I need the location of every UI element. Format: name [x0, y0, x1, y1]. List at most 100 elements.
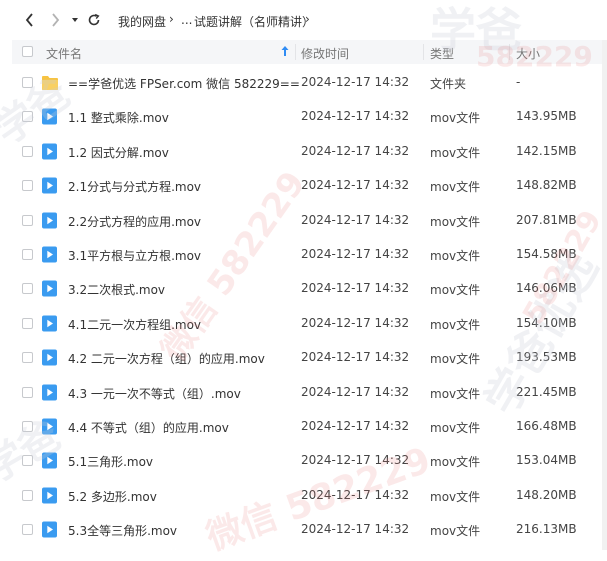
file-type: mov文件 — [430, 214, 481, 229]
file-row[interactable]: 5.2 多边形.mov 2024-12-17 14:32 mov文件 148.20MB — [12, 479, 602, 513]
vertical-scrollbar[interactable] — [602, 40, 607, 550]
file-name[interactable]: 4.3 一元一次不等式（组）.mov — [68, 385, 241, 402]
file-type: mov文件 — [430, 180, 481, 195]
file-size: 154.10MB — [516, 315, 577, 330]
row-checkbox[interactable] — [22, 421, 33, 432]
video-file-icon — [41, 452, 58, 469]
file-name[interactable]: ==学爸优选 FPSer.com 微信 582229== — [68, 75, 300, 92]
row-checkbox[interactable] — [22, 145, 33, 157]
video-file-icon — [41, 246, 58, 263]
file-modified-time: 2024-12-17 14:32 — [301, 384, 410, 399]
file-name[interactable]: 4.2 二元一次方程（组）的应用.mov — [68, 350, 265, 367]
file-size: 146.06MB — [516, 281, 577, 296]
sort-ascending-icon[interactable] — [280, 44, 290, 61]
file-type: mov文件 — [430, 111, 481, 126]
file-size: - — [516, 75, 521, 89]
file-row[interactable]: 4.4 不等式（组）的应用.mov 2024-12-17 14:32 mov文件 16… — [12, 410, 602, 444]
breadcrumb-current[interactable]: 试题讲解（名师精讲） — [194, 13, 314, 30]
row-checkbox[interactable] — [22, 386, 33, 398]
file-modified-time: 2024-12-17 14:32 — [301, 109, 410, 124]
file-row[interactable]: 1.2 因式分解.mov 2024-12-17 14:32 mov文件 142.15M… — [12, 135, 602, 169]
caret-down-icon[interactable] — [65, 10, 85, 30]
video-file-icon — [41, 143, 58, 160]
file-modified-time: 2024-12-17 14:32 — [301, 75, 410, 89]
file-row[interactable]: 3.2二次根式.mov 2024-12-17 14:32 mov文件 146.06MB — [12, 272, 602, 306]
row-checkbox[interactable] — [22, 249, 33, 260]
video-file-icon — [41, 280, 58, 297]
file-row[interactable]: 1.1 整式乘除.mov 2024-12-17 14:32 mov文件 143.95M… — [12, 100, 602, 134]
file-row[interactable]: 2.1分式与分式方程.mov 2024-12-17 14:32 mov文件 148.8… — [12, 169, 602, 203]
file-name[interactable]: 2.1分式与分式方程.mov — [68, 178, 201, 195]
file-modified-time: 2024-12-17 14:32 — [301, 212, 410, 227]
folder-icon — [41, 74, 58, 91]
video-file-icon — [41, 212, 58, 229]
file-row[interactable]: 4.3 一元一次不等式（组）.mov 2024-12-17 14:32 mov文件 2… — [12, 376, 602, 410]
video-file-icon — [41, 315, 58, 332]
video-file-icon — [41, 521, 58, 538]
row-checkbox[interactable] — [22, 77, 33, 88]
column-header-modified[interactable]: 修改时间 — [301, 45, 349, 62]
file-name[interactable]: 1.1 整式乘除.mov — [68, 109, 169, 126]
file-type: 文件夹 — [430, 77, 467, 91]
file-type: mov文件 — [430, 317, 481, 332]
file-name[interactable]: 3.1平方根与立方根.mov — [68, 247, 201, 264]
row-checkbox[interactable] — [22, 214, 33, 226]
file-type: mov文件 — [430, 421, 481, 435]
file-size: 207.81MB — [516, 212, 577, 227]
file-name[interactable]: 3.2二次根式.mov — [68, 281, 165, 298]
file-list-header: 文件名 修改时间 类型 大小 — [12, 40, 602, 64]
file-modified-time: 2024-12-17 14:32 — [301, 453, 410, 468]
row-checkbox[interactable] — [22, 317, 33, 329]
chevron-left-icon[interactable] — [20, 10, 40, 30]
file-modified-time: 2024-12-17 14:32 — [301, 143, 410, 158]
select-all-checkbox[interactable] — [22, 46, 33, 57]
breadcrumb-ellipsis[interactable]: ... — [181, 13, 192, 27]
file-modified-time: 2024-12-17 14:32 — [301, 315, 410, 330]
file-size: 148.82MB — [516, 178, 577, 193]
file-row[interactable]: 5.3全等三角形.mov 2024-12-17 14:32 mov文件 216.13M… — [12, 513, 602, 547]
file-name[interactable]: 4.1二元一次方程组.mov — [68, 316, 201, 333]
row-checkbox[interactable] — [22, 524, 33, 536]
file-row[interactable]: 5.1三角形.mov 2024-12-17 14:32 mov文件 153.04MB — [12, 444, 602, 478]
file-row[interactable]: 4.1二元一次方程组.mov 2024-12-17 14:32 mov文件 154.1… — [12, 307, 602, 341]
row-checkbox[interactable] — [22, 111, 33, 123]
row-checkbox[interactable] — [22, 455, 33, 467]
column-header-type[interactable]: 类型 — [430, 45, 454, 62]
video-file-icon — [41, 487, 58, 504]
file-type: mov文件 — [430, 455, 481, 470]
file-size: 153.04MB — [516, 453, 577, 468]
file-name[interactable]: 5.1三角形.mov — [68, 453, 153, 470]
row-checkbox[interactable] — [22, 352, 33, 364]
file-row[interactable]: 2.2分式方程的应用.mov 2024-12-17 14:32 mov文件 207.8… — [12, 204, 602, 238]
file-row[interactable]: 3.1平方根与立方根.mov 2024-12-17 14:32 mov文件 154.5… — [12, 238, 602, 272]
file-size: 193.53MB — [516, 350, 577, 365]
file-row[interactable]: 4.2 二元一次方程（组）的应用.mov 2024-12-17 14:32 mov文… — [12, 341, 602, 375]
row-checkbox[interactable] — [22, 489, 33, 501]
column-header-name[interactable]: 文件名 — [46, 45, 82, 62]
column-divider — [295, 44, 296, 60]
file-modified-time: 2024-12-17 14:32 — [301, 247, 410, 261]
file-type: mov文件 — [430, 249, 481, 263]
file-modified-time: 2024-12-17 14:32 — [301, 522, 410, 537]
file-size: 221.45MB — [516, 384, 577, 399]
file-name[interactable]: 4.4 不等式（组）的应用.mov — [68, 419, 229, 436]
video-file-icon — [41, 349, 58, 366]
file-size: 166.48MB — [516, 419, 577, 433]
chevron-right-icon[interactable] — [45, 10, 65, 30]
file-type: mov文件 — [430, 145, 481, 160]
row-checkbox[interactable] — [22, 283, 33, 295]
file-type: mov文件 — [430, 283, 481, 298]
refresh-icon[interactable] — [84, 10, 104, 30]
folder-row[interactable]: ==学爸优选 FPSer.com 微信 582229== 2024-12-17 1… — [12, 66, 602, 100]
file-name[interactable]: 2.2分式方程的应用.mov — [68, 213, 201, 230]
file-size: 143.95MB — [516, 109, 577, 124]
file-modified-time: 2024-12-17 14:32 — [301, 178, 410, 193]
file-name[interactable]: 5.3全等三角形.mov — [68, 522, 177, 539]
column-header-size[interactable]: 大小 — [516, 45, 540, 62]
file-modified-time: 2024-12-17 14:32 — [301, 350, 410, 365]
breadcrumb-root[interactable]: 我的网盘 — [118, 13, 166, 30]
file-name[interactable]: 5.2 多边形.mov — [68, 488, 157, 505]
row-checkbox[interactable] — [22, 180, 33, 192]
file-name[interactable]: 1.2 因式分解.mov — [68, 144, 169, 161]
file-type: mov文件 — [430, 489, 481, 504]
